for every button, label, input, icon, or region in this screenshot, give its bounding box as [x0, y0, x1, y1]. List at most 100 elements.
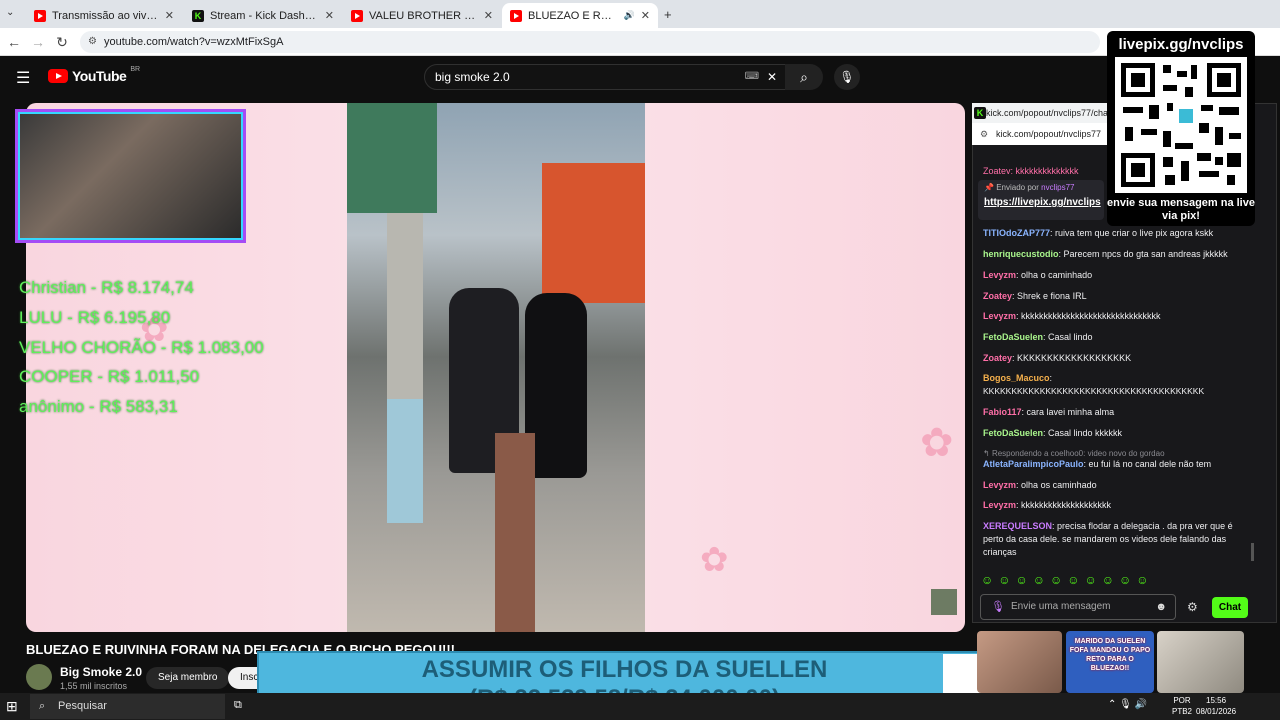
speaker-icon[interactable]: 🔊 [624, 10, 635, 21]
clear-search-icon[interactable]: ✕ [767, 65, 777, 89]
forward-button[interactable]: → [28, 32, 48, 52]
clock[interactable]: 15:56 08/01/2026 [1196, 695, 1236, 717]
chat-message: Zoatey: Shrek e fiona IRL [983, 291, 1087, 301]
emoji-icon[interactable]: ☻ [1155, 595, 1167, 619]
tab-valeu-brother[interactable]: VALEU BROTHER VOCÊ ME LIVR... ✕ [343, 3, 501, 28]
emote-bar[interactable]: ☺☺☺☺☺☺☺☺☺☺ [981, 573, 1154, 587]
chat-input[interactable]: 🎙 Envie uma mensagem ☻ [980, 594, 1176, 620]
youtube-logo[interactable]: YouTube BR [48, 66, 140, 84]
recommended-thumbnail[interactable] [1157, 631, 1244, 693]
voice-search-button[interactable]: 🎙 [834, 64, 860, 90]
close-icon[interactable]: ✕ [165, 9, 174, 22]
chat-username[interactable]: Levyzm [983, 311, 1016, 321]
chat-text: eu fui lá no canal dele não tem [1088, 459, 1212, 469]
close-icon[interactable]: ✕ [325, 9, 334, 22]
menu-icon[interactable]: ☰ [16, 68, 30, 88]
donor-entry: Christian - R$ 8.174,74 [19, 278, 194, 297]
webcam-overlay [18, 112, 243, 240]
url-text: youtube.com/watch?v=wzxMtFixSgA [104, 36, 284, 48]
tab-label: Stream - Kick Dashboard [210, 9, 319, 22]
kick-icon: K [974, 107, 986, 119]
pin-icon: 📌 [984, 183, 997, 192]
chat-text: KKKKKKKKKKKKKKKKKKK [1017, 353, 1132, 363]
youtube-play-icon [48, 69, 68, 83]
chat-username[interactable]: AtletaParalimpicoPaulo [983, 459, 1084, 469]
tab-bluezao-active[interactable]: BLUEZAO E RUIVINHA FORA... 🔊 ✕ [502, 3, 658, 28]
chat-username[interactable]: Zoatey [983, 353, 1012, 363]
taskbar-search[interactable]: ⌕ Pesquisar [30, 694, 225, 719]
chat-username[interactable]: TITIOdoZAP777 [983, 228, 1050, 238]
chat-username[interactable]: Fabio117 [983, 407, 1022, 417]
youtube-icon [351, 9, 363, 22]
chat-popup-url[interactable]: ⚙ kick.com/popout/nvclips77 [972, 123, 1107, 145]
tab-youtube-live[interactable]: Transmissão ao vivo - YouTube ✕ [26, 3, 182, 28]
chat-text: kkkkkkkkkkkkkkkkkkkkkkkkkkkkkkk [1021, 311, 1161, 321]
pinned-link[interactable]: https://livepix.gg/nvclips [984, 197, 1101, 208]
tab-kick-dashboard[interactable]: K Stream - Kick Dashboard ✕ [184, 3, 342, 28]
taskbar-search-placeholder: Pesquisar [58, 700, 107, 712]
chat-username[interactable]: Zoatey [983, 291, 1012, 301]
close-icon[interactable]: ✕ [641, 9, 650, 22]
logo-text: YouTube [72, 68, 127, 84]
lang-secondary: PTB2 [1172, 707, 1193, 716]
chat-text: Parecem npcs do gta san andreas jkkkkk [1063, 249, 1228, 259]
keyboard-icon[interactable]: ⌨ [745, 65, 759, 89]
back-button[interactable]: ← [4, 32, 24, 52]
channel-watermark[interactable] [931, 589, 957, 615]
join-button[interactable]: Seja membro [146, 667, 230, 689]
chat-message: FetoDaSuelen: Casal lindo kkkkkk [983, 428, 1123, 438]
new-tab-button[interactable]: + [664, 7, 672, 22]
chat-message: TITIOdoZAP777: ruiva tem que criar o liv… [983, 228, 1214, 238]
search-value: big smoke 2.0 [435, 70, 510, 84]
avatar[interactable] [26, 664, 52, 690]
chat-scrollbar[interactable] [1251, 543, 1254, 561]
street-video-frame [347, 103, 645, 632]
flower-decoration: ✿ [700, 541, 729, 579]
popup-title: kick.com/popout/nvclips77/chat [986, 108, 1111, 118]
qr-title: livepix.gg/nvclips [1118, 36, 1244, 53]
search-input[interactable]: big smoke 2.0 ⌨ ✕ [424, 64, 786, 90]
chat-message: XEREQUELSON: precisa flodar a delegacia … [983, 521, 1233, 557]
lang-primary: POR [1173, 696, 1191, 705]
windows-start-icon[interactable]: ⊞ [6, 698, 18, 715]
chat-username[interactable]: Bogos_Macuco [983, 373, 1050, 383]
chat-username[interactable]: XEREQUELSON [983, 521, 1052, 531]
send-chat-button[interactable]: Chat [1212, 597, 1248, 618]
chat-message: Bogos_Macuco: KKKKKKKKKKKKKKKKKKKKKKKKKK… [983, 373, 1205, 396]
language-indicator[interactable]: POR PTB2 [1172, 695, 1192, 717]
close-icon[interactable]: ✕ [484, 9, 493, 22]
tactile-paving [495, 433, 535, 632]
url-field[interactable]: ⚙ youtube.com/watch?v=wzxMtFixSgA [80, 31, 1100, 53]
chat-username[interactable]: Levyzm [983, 500, 1016, 510]
tab-label: BLUEZAO E RUIVINHA FORA... [528, 9, 618, 22]
chat-username[interactable]: Levyzm [983, 270, 1016, 280]
gear-icon[interactable]: ⚙ [1187, 600, 1198, 614]
search-button[interactable]: ⌕ [785, 64, 823, 90]
site-info-icon[interactable]: ⚙ [980, 123, 988, 145]
tab-list-chevron-icon[interactable]: ⌄ [6, 7, 14, 18]
reply-icon: ↰ [983, 449, 992, 458]
recommended-thumbnail[interactable]: MARIDO DA SUELEN FOFA MANDOU O PAPO RETO… [1066, 631, 1154, 693]
search-icon: ⌕ [39, 700, 46, 712]
clock-time: 15:56 [1206, 696, 1227, 705]
tray-icons[interactable]: ⌃ 🎙 🔊 [1108, 699, 1147, 710]
chat-username[interactable]: Levyzm [983, 480, 1016, 490]
chat-popup-titlebar[interactable]: K kick.com/popout/nvclips77/chat [972, 103, 1111, 123]
pinned-message[interactable]: 📌 Enviado por nvclips77 https://livepix.… [978, 180, 1104, 220]
reload-button[interactable]: ↻ [52, 32, 72, 52]
chat-username[interactable]: FetoDaSuelen [983, 428, 1043, 438]
task-view-icon[interactable]: ⧉ [234, 699, 242, 712]
site-info-icon[interactable]: ⚙ [88, 31, 97, 53]
clock-date: 08/01/2026 [1196, 707, 1237, 716]
donor-entry: anônimo - R$ 583,31 [19, 397, 178, 416]
chat-username[interactable]: FetoDaSuelen [983, 332, 1043, 342]
channel-name[interactable]: Big Smoke 2.0 [60, 665, 142, 679]
microphone-icon[interactable]: 🎙 [991, 595, 1005, 619]
chat-text: Casal lindo [1048, 332, 1093, 342]
chat-text: KKKKKKKKKKKKKKKKKKKKKKKKKKKKKKKKKKKKKKK [983, 386, 1205, 396]
chat-username[interactable]: henriquecustodio [983, 249, 1059, 259]
tab-label: Transmissão ao vivo - YouTube [52, 9, 159, 22]
subscriber-count: 1,55 mil inscritos [60, 681, 128, 691]
recommended-thumbnail[interactable] [977, 631, 1062, 693]
donor-entry: LULU - R$ 6.195,80 [19, 308, 171, 327]
